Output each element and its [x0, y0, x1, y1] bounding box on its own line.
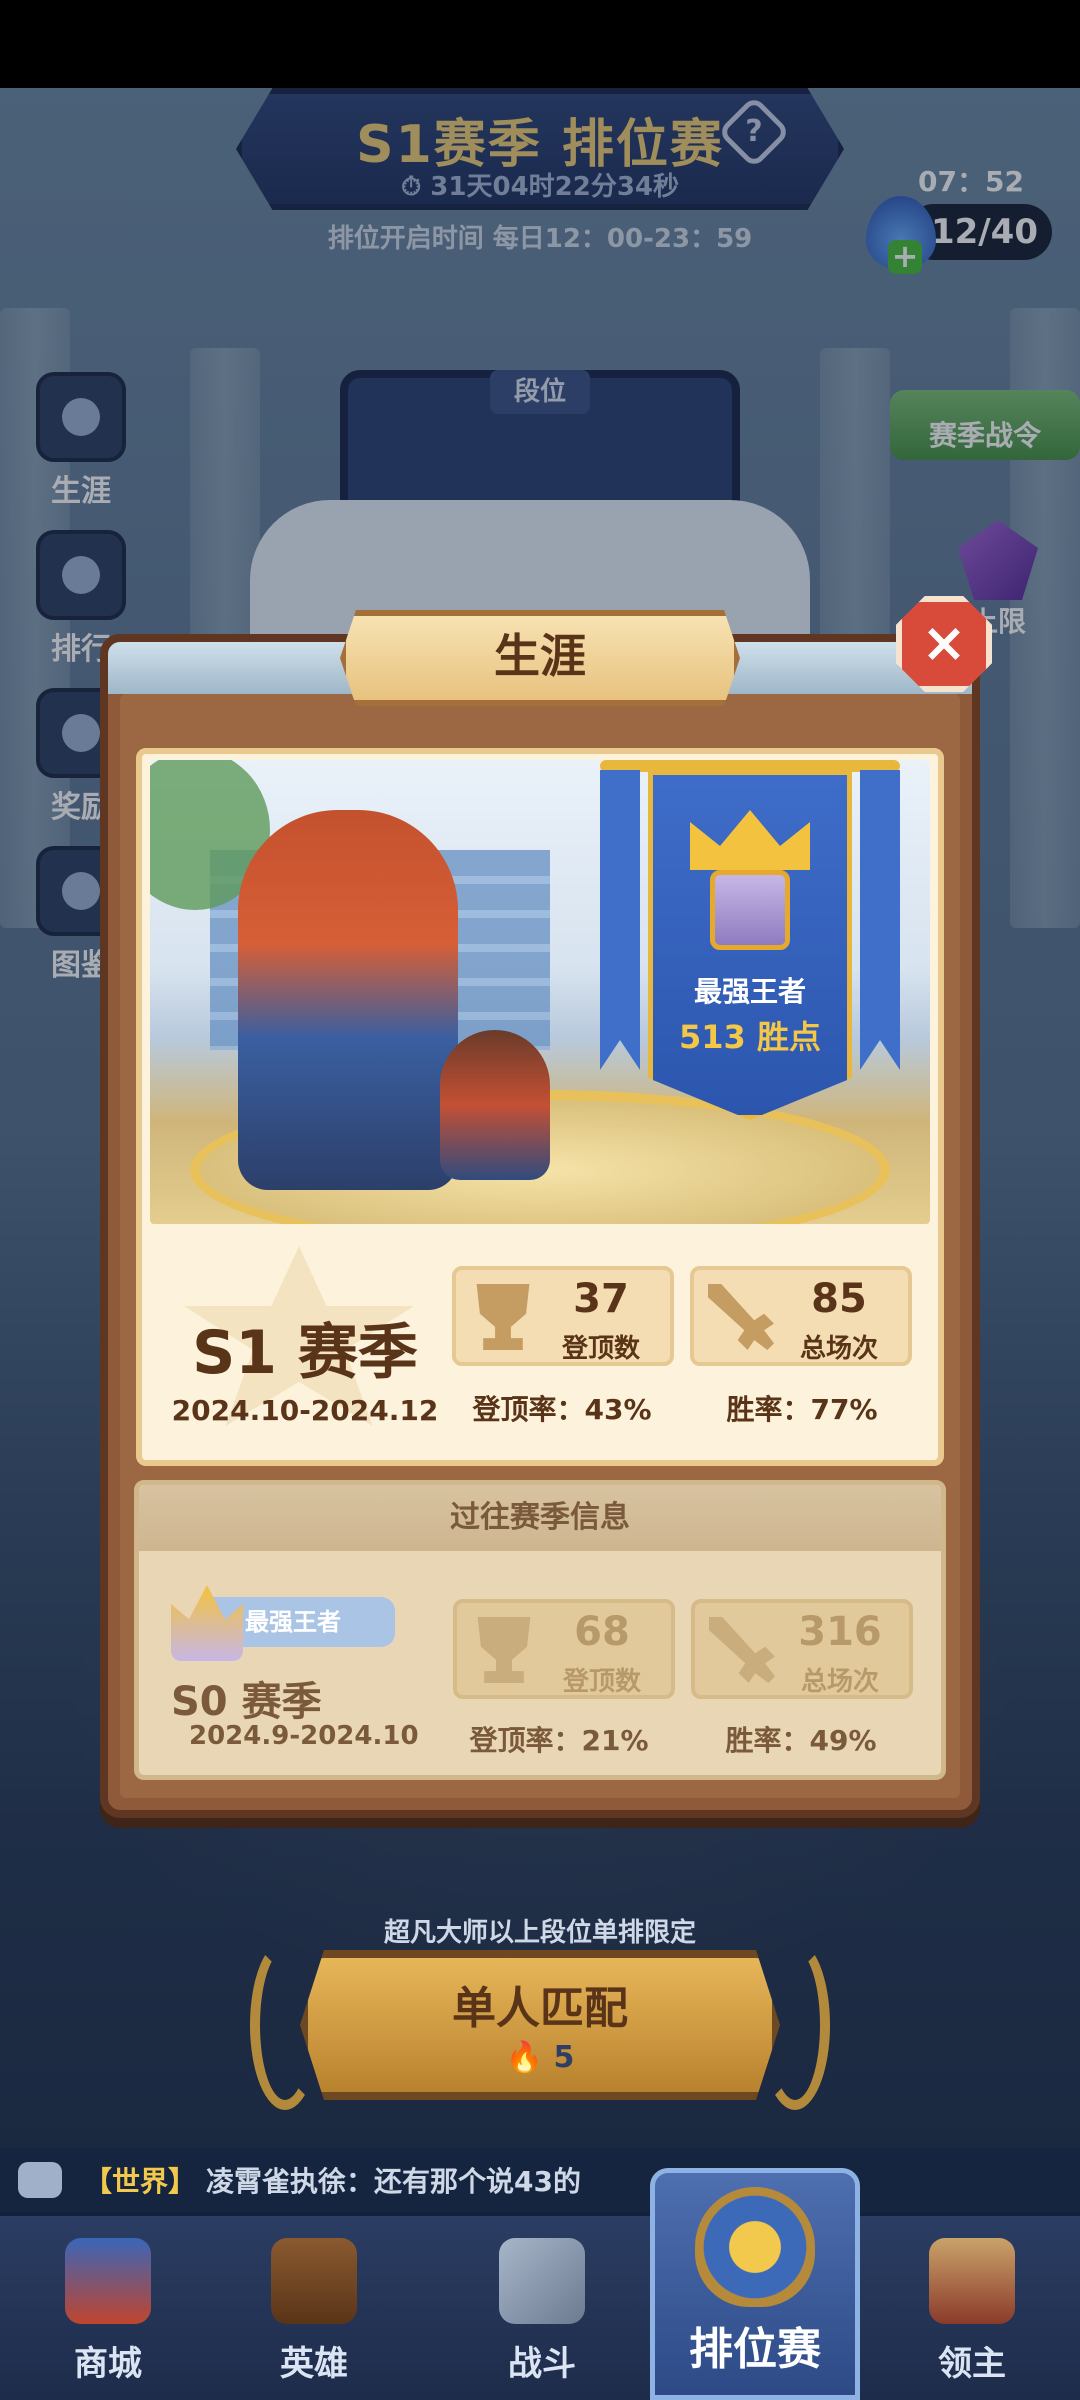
current-tops-card: 37 登顶数 — [452, 1266, 674, 1366]
current-tops-value: 37 — [573, 1276, 629, 1322]
chat-channel: 【世界】 — [84, 2165, 197, 2198]
world-chat-bar[interactable]: 【世界】 凌霄雀执徐：还有那个说43的 — [0, 2148, 1080, 2212]
current-rank-name: 最强王者 — [693, 975, 806, 1008]
chat-message: 凌霄雀执徐：还有那个说43的 — [206, 2165, 581, 2198]
swords-icon — [709, 1617, 775, 1683]
past-season-card: 过往赛季信息 最强王者 S0 赛季 2024.9-2024.10 68 登顶数 … — [134, 1480, 946, 1780]
swords-icon — [708, 1284, 774, 1350]
hero-character — [238, 810, 458, 1190]
chat-bubble-icon[interactable] — [18, 2162, 62, 2198]
past-matches-card: 316 总场次 — [691, 1599, 913, 1699]
nav-lord[interactable]: 领主 — [872, 2230, 1072, 2400]
rank-banner: 最强王者 513 胜点 — [600, 760, 900, 1120]
trophy-icon — [477, 1617, 531, 1683]
nav-shop[interactable]: 商城 — [8, 2230, 208, 2400]
hero-card-icon — [271, 2238, 357, 2324]
current-matches-label: 总场次 — [799, 1334, 878, 1364]
current-tops-label: 登顶数 — [561, 1334, 640, 1364]
status-bar — [0, 0, 1080, 88]
current-matches-value: 85 — [811, 1276, 867, 1322]
past-matches-label: 总场次 — [800, 1667, 879, 1697]
past-season-dates: 2024.9-2024.10 — [189, 1721, 419, 1751]
close-button[interactable]: × — [896, 596, 992, 692]
pet-character — [440, 1030, 550, 1180]
past-season-header: 过往赛季信息 — [139, 1485, 941, 1551]
current-season-block: S1 赛季 2024.10-2024.12 — [150, 1232, 450, 1452]
current-matches-card: 85 总场次 — [690, 1266, 912, 1366]
past-tops-label: 登顶数 — [562, 1667, 641, 1697]
match-restriction-note: 超凡大师以上段位单排限定 — [383, 1918, 696, 1948]
current-rank-points: 513 胜点 — [679, 1018, 821, 1056]
nav-battle[interactable]: 战斗 — [442, 2230, 642, 2400]
past-tops-card: 68 登顶数 — [453, 1599, 675, 1699]
solo-match-cost: 🔥 5 — [505, 2040, 575, 2075]
shop-icon — [65, 2238, 151, 2324]
current-win-rate: 胜率：77% — [726, 1393, 878, 1426]
past-top-rate: 登顶率：21% — [469, 1724, 649, 1757]
modal-title: 生涯 — [340, 610, 740, 706]
nav-heroes[interactable]: 英雄 — [214, 2230, 414, 2400]
solo-match-button[interactable]: 单人匹配 🔥 5 — [300, 1950, 780, 2100]
ranked-shield-icon — [695, 2187, 815, 2307]
king-crown-icon — [690, 800, 810, 950]
current-season-card: 最强王者 513 胜点 S1 赛季 2024.10-2024.12 37 登顶数… — [136, 748, 944, 1466]
banner-side — [600, 770, 640, 1070]
past-matches-value: 316 — [798, 1609, 882, 1655]
hero-showcase: 最强王者 513 胜点 — [150, 760, 930, 1224]
career-modal: 生涯 × 最强王者 513 胜点 S1 赛季 2024.10-2024.12 3… — [100, 596, 992, 1818]
banner-side — [860, 770, 900, 1070]
past-tops-value: 68 — [574, 1609, 630, 1655]
lord-banner-icon — [929, 2238, 1015, 2324]
current-season-name: S1 赛季 — [192, 1318, 418, 1388]
bottom-navbar: 商城 英雄 战斗 领主 — [0, 2212, 1080, 2400]
crossed-swords-icon — [499, 2238, 585, 2324]
solo-match-label: 单人匹配 — [452, 1983, 628, 2034]
current-season-dates: 2024.10-2024.12 — [171, 1394, 439, 1427]
current-top-rate: 登顶率：43% — [472, 1393, 652, 1426]
trophy-icon — [476, 1284, 530, 1350]
nav-ranked-active[interactable]: 排位赛 — [650, 2168, 860, 2400]
past-win-rate: 胜率：49% — [725, 1724, 877, 1757]
past-season-name: S0 赛季 — [171, 1679, 322, 1725]
